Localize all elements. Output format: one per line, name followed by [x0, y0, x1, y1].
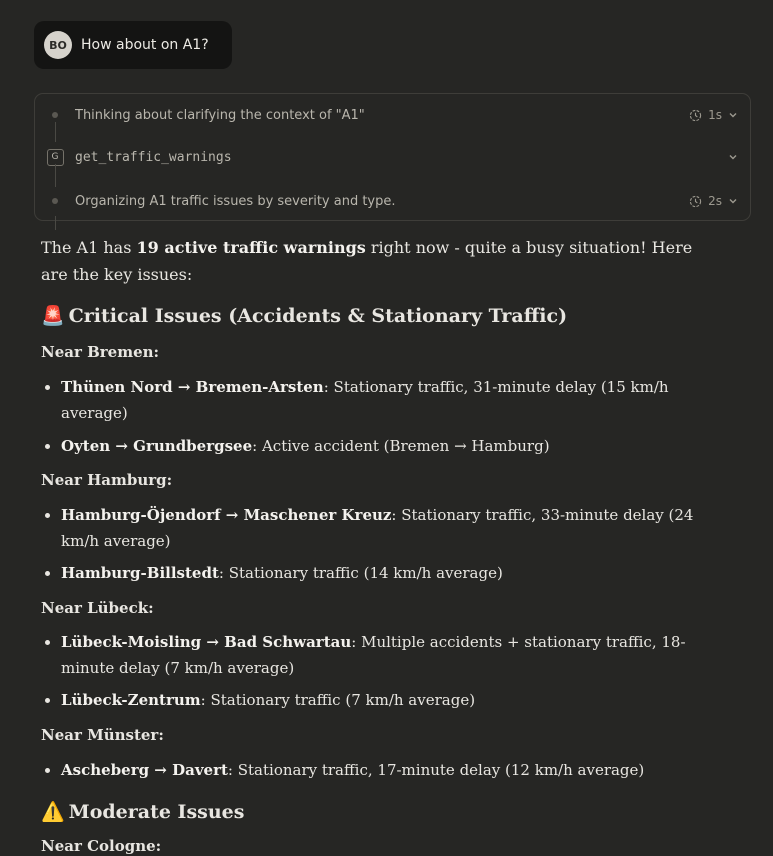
step-duration: 2s: [708, 194, 722, 208]
hamburg-list: Hamburg-Öjendorf → Maschener Kreuz : Stat…: [41, 502, 721, 586]
intro-paragraph: The A1 has 19 active traffic warnings ri…: [41, 234, 721, 288]
step-label: Organizing A1 traffic issues by severity…: [75, 193, 396, 209]
tool-call-step[interactable]: G get_traffic_warnings: [35, 145, 750, 169]
moderate-heading: ⚠️ Moderate Issues: [41, 800, 721, 824]
user-avatar: BO: [44, 31, 72, 59]
group-title: Near Lübeck:: [41, 599, 154, 617]
step-duration: 1s: [708, 108, 722, 122]
list-item: Thünen Nord → Bremen-Arsten: Stationary …: [61, 374, 721, 426]
chevron-down-icon[interactable]: [728, 196, 738, 206]
timeline-line: [55, 164, 56, 187]
list-item: Hamburg-Billstedt: Stationary traffic (1…: [61, 560, 721, 586]
route-detail: : Stationary traffic (7 km/h average): [200, 691, 476, 709]
list-item: Oyten → Grundbergsee: Active accident (B…: [61, 433, 721, 459]
timeline-line: [55, 122, 56, 142]
route-name: Hamburg-Öjendorf → Maschener Kreuz: [61, 506, 392, 524]
timeline-line: [55, 216, 56, 230]
muenster-list: Ascheberg → Davert: Stationary traffic, …: [41, 757, 721, 783]
route-detail: : Stationary traffic, 17-minute delay (1…: [227, 761, 645, 779]
group-title: Near Münster:: [41, 726, 164, 744]
list-item: Lübeck-Moisling → Bad Schwartau: Multipl…: [61, 629, 721, 681]
siren-icon: 🚨: [41, 305, 65, 327]
chevron-down-icon[interactable]: [728, 110, 738, 120]
group-title: Near Hamburg:: [41, 471, 173, 489]
step-dot: [52, 198, 58, 204]
route-name: Oyten → Grundbergsee: [61, 437, 253, 455]
chevron-down-icon[interactable]: [728, 152, 738, 162]
route-name: Ascheberg → Davert: [61, 761, 228, 779]
step-label: Thinking about clarifying the context of…: [75, 107, 365, 123]
thinking-step-1[interactable]: Thinking about clarifying the context of…: [35, 103, 750, 127]
tool-name: get_traffic_warnings: [75, 149, 232, 165]
intro-highlight: 19 active traffic warnings: [136, 238, 366, 257]
luebeck-list: Lübeck-Moisling → Bad Schwartau: Multipl…: [41, 629, 721, 713]
warning-icon: ⚠️: [41, 801, 65, 823]
intro-text: The A1 has: [41, 238, 137, 257]
route-name: Hamburg-Billstedt: [61, 564, 219, 582]
user-message-text: How about on A1?: [81, 37, 209, 53]
tool-steps-panel: Thinking about clarifying the context of…: [34, 93, 751, 230]
heading-text: Critical Issues (Accidents & Stationary …: [68, 305, 568, 327]
route-detail: : Stationary traffic (14 km/h average): [218, 564, 503, 582]
route-name: Lübeck-Zentrum: [61, 691, 201, 709]
group-title: Near Bremen:: [41, 343, 160, 361]
route-detail: : Active accident (Bremen → Hamburg): [252, 437, 550, 455]
clock-icon: [689, 195, 702, 207]
heading-text: Moderate Issues: [68, 801, 245, 823]
critical-heading: 🚨 Critical Issues (Accidents & Stationary…: [41, 304, 721, 328]
list-item: Ascheberg → Davert: Stationary traffic, …: [61, 757, 721, 783]
list-item: Hamburg-Öjendorf → Maschener Kreuz: Stat…: [61, 502, 721, 554]
route-name: Lübeck-Moisling → Bad Schwartau: [61, 633, 352, 651]
user-message: BO How about on A1?: [34, 21, 232, 69]
route-name: Thünen Nord → Bremen-Arsten: [61, 378, 324, 396]
bremen-list: Thünen Nord → Bremen-Arsten: Stationary …: [41, 374, 721, 459]
tool-badge-icon: G: [46, 148, 64, 166]
clock-icon: [689, 109, 702, 121]
assistant-response: The A1 has 19 active traffic warnings ri…: [41, 234, 721, 856]
thinking-step-2[interactable]: Organizing A1 traffic issues by severity…: [35, 189, 750, 213]
list-item: Lübeck-Zentrum: Stationary traffic (7 km…: [61, 687, 721, 713]
step-dot: [52, 112, 58, 118]
group-title: Near Cologne:: [41, 837, 162, 855]
